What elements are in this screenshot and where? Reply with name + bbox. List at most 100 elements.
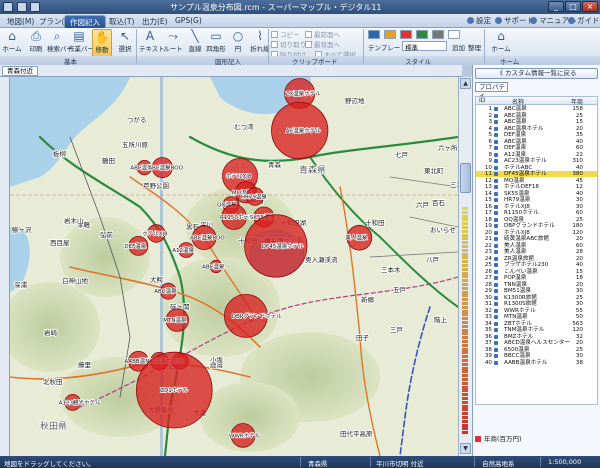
clipboard-item-2[interactable]: 切り取り [271, 39, 306, 49]
map-canvas[interactable]: 野辺地青森五所川原鶴田板柳弘前黒石 平川大鰐碇ヶ関鰺ヶ沢深浦西目屋岩崎白神山地十和… [10, 77, 458, 456]
list-row[interactable]: 3 ABC温泉 15 [476, 119, 597, 125]
hotspring-label[interactable]: ZD1ホテル [160, 386, 190, 394]
close-button[interactable]: × [582, 1, 598, 12]
list-row[interactable]: 9 AC23温泉ホテル 310 [476, 158, 597, 164]
hotspring-label[interactable]: MTN温泉 [163, 315, 188, 324]
list-row[interactable]: 10 ホテルABC 40 [476, 165, 597, 171]
list-row[interactable]: 27 POP温泉 18 [476, 275, 597, 281]
list-row[interactable]: 8 A12温泉 22 [476, 152, 597, 158]
hotspring-label[interactable]: WWRホテル [228, 432, 261, 440]
hotspring-label[interactable]: ホテルXJ8 [142, 230, 169, 238]
style-swatch[interactable] [448, 30, 460, 39]
list-row[interactable]: 16 ホテルXJ8 30 [476, 204, 597, 210]
list-row[interactable]: 36 BMZホテル 32 [476, 334, 597, 340]
hotspring-label[interactable]: ABC温泉BOO [189, 233, 226, 242]
property-button[interactable]: プロパティ [475, 82, 508, 99]
list-row[interactable]: 18 QQ温泉 25 [476, 217, 597, 223]
hotspring-label[interactable]: A123観光ホテル [58, 398, 102, 407]
style-swatch[interactable] [400, 30, 412, 39]
hotspring-label[interactable]: 美人温泉 [345, 233, 369, 242]
style-swatch[interactable] [432, 30, 444, 39]
menu-link-4[interactable]: ガイドマップ [568, 15, 600, 26]
clipboard-item-5[interactable]: 最前面へ [305, 29, 340, 39]
list-row[interactable]: 25 プラザホテル230 40 [476, 262, 597, 268]
menu-tab-3[interactable]: 作図記入 [64, 15, 106, 28]
info-list[interactable]: 1 ABC温泉 158 2 ABC温泉 25 3 ABC温泉 15 4 ABC温泉ホテル 20 5 DEF… [475, 105, 598, 405]
menu-tab-4[interactable]: 取込(T) [104, 15, 139, 28]
hotspring-label[interactable]: ABC温泉 [201, 262, 225, 271]
list-row[interactable]: 30 K1300R旅館 25 [476, 295, 597, 301]
ribbon-button-2[interactable]: ⎙ 印刷 [26, 29, 46, 57]
clipboard-item-6[interactable]: 最背面へ [305, 39, 340, 49]
arrange-template-button[interactable]: 整理 [468, 42, 481, 52]
list-row[interactable]: 32 WWRホテル 55 [476, 308, 597, 314]
clipboard-item-1[interactable]: コピー [271, 29, 300, 39]
minimize-button[interactable]: _ [548, 1, 564, 12]
list-row[interactable]: 24 ZR温泉旅館 20 [476, 256, 597, 262]
list-row[interactable]: 1 ABC温泉 158 [476, 106, 597, 112]
list-row[interactable]: 40 AABB温泉ホテル 38 [476, 360, 597, 366]
list-row[interactable]: 17 R1150ホテル 60 [476, 210, 597, 216]
list-row[interactable]: 19 DBPグランドホテル 180 [476, 223, 597, 229]
style-swatch[interactable] [416, 30, 428, 39]
hotspring-label[interactable]: DEF温泉 [124, 241, 148, 250]
list-row[interactable]: 37 ABCD温泉ヘルスセンター 20 [476, 340, 597, 346]
template-select[interactable]: 標準 [402, 41, 447, 52]
list-row[interactable]: 22 美人温泉 60 [476, 243, 597, 249]
quick-access-new-icon[interactable] [17, 2, 27, 12]
list-row[interactable]: 39 BBCC温泉 30 [476, 353, 597, 359]
ribbon-button-13[interactable]: ⌂ホーム 登録 [490, 29, 512, 63]
ribbon-button-1[interactable]: ⌂ ホーム [2, 29, 22, 57]
add-template-button[interactable]: 追加 [452, 42, 465, 52]
list-row[interactable]: 11 DF45温泉ホテル 380 [476, 171, 597, 178]
list-row[interactable]: 31 R1300S旅館 30 [476, 301, 597, 307]
menu-tab-6[interactable]: GPS(G) [170, 15, 207, 28]
hotspring-label[interactable]: DF45温泉ホテル [261, 241, 305, 250]
map-color-strip[interactable]: ▲ ▼ [458, 77, 472, 456]
quick-access-print-icon[interactable] [30, 2, 40, 12]
list-row[interactable]: 6 ABC温泉 40 [476, 139, 597, 145]
scroll-up-button[interactable]: ▲ [460, 78, 471, 89]
hotspring-label[interactable]: ZX温泉ホテル [285, 89, 322, 98]
list-row[interactable]: 7 DEF温泉 60 [476, 145, 597, 151]
list-row[interactable]: 5 DEF温泉 35 [476, 132, 597, 138]
list-row[interactable]: 2 ABC温泉 25 [476, 113, 597, 119]
list-row[interactable]: 29 BM51温泉 30 [476, 288, 597, 294]
back-to-custom-list-button[interactable]: 《 カスタム情報一覧に戻る [475, 68, 598, 79]
hotspring-label[interactable]: ABC温泉 [154, 287, 178, 296]
scroll-down-button[interactable]: ▼ [460, 443, 471, 454]
list-row[interactable]: 14 SK55温泉 40 [476, 191, 597, 197]
hotspring-label[interactable]: DBPグランドホテル [231, 311, 283, 320]
hotspring-label[interactable]: A12温泉 [171, 245, 195, 254]
ribbon-button-11[interactable]: ○ 円 [229, 29, 247, 57]
list-row[interactable]: 26 こんぺい温泉 15 [476, 269, 597, 275]
list-row[interactable]: 4 ABC温泉ホテル 20 [476, 126, 597, 132]
list-row[interactable]: 38 6500温泉 25 [476, 347, 597, 353]
zoom-slider-thumb[interactable] [460, 163, 471, 193]
menu-link-2[interactable]: サポート [495, 15, 534, 26]
ribbon-button-4[interactable]: ▤ 作業バー [68, 29, 94, 57]
list-row[interactable]: 15 HR79温泉 30 [476, 197, 597, 203]
ribbon-button-5[interactable]: ✋ 移動 [92, 29, 112, 57]
list-row[interactable]: 21 硫黄温泉ABC旅館 20 [476, 236, 597, 242]
list-row[interactable]: 35 TNM温泉ホテル 120 [476, 327, 597, 333]
list-row[interactable]: 13 ホテルDEF18 12 [476, 184, 597, 190]
list-row[interactable]: 34 ZBTホテル 563 [476, 321, 597, 327]
list-row[interactable]: 28 TNN温泉 20 [476, 282, 597, 288]
menu-link-1[interactable]: 設定 [467, 15, 491, 26]
list-row[interactable]: 20 ホテルXJ8 120 [476, 230, 597, 236]
ribbon-button-9[interactable]: ╲ 直線 [186, 29, 204, 57]
map-tab[interactable]: 青森付近 [2, 66, 38, 76]
ribbon-button-3[interactable]: ⌕ 検索バー [47, 29, 73, 57]
ribbon-button-7[interactable]: A テキスト [139, 29, 165, 57]
style-swatch[interactable] [368, 30, 380, 39]
ribbon-button-10[interactable]: ▭ 四角形 [205, 29, 227, 57]
hotspring-label[interactable]: ホテルXJ8 [225, 172, 252, 180]
hotspring-label[interactable]: ABC温泉BOO [148, 163, 185, 172]
menu-tab-5[interactable]: 出力(E) [137, 15, 173, 28]
map-view[interactable]: 野辺地 青森 五所川原 鶴田 板柳 弘前 黒石 平川 大鰐 碇ヶ関 鰺ヶ沢 深浦 西目屋 岩崎 白神山地 十和… [10, 77, 458, 456]
list-row[interactable]: 23 美人温泉 28 [476, 249, 597, 255]
ribbon-button-6[interactable]: ↖ 選択 [115, 29, 135, 57]
list-row[interactable]: 33 MTN温泉 50 [476, 314, 597, 320]
hotspring-label[interactable]: HR79温泉 [240, 192, 268, 201]
